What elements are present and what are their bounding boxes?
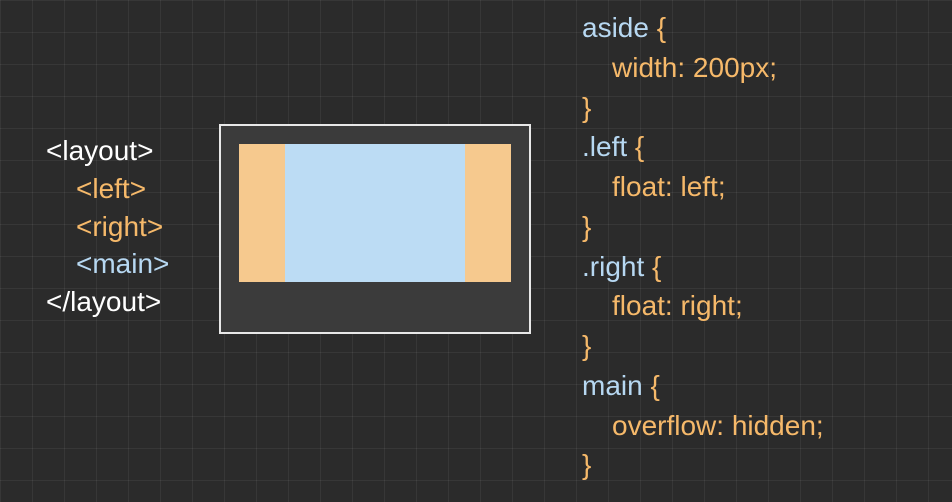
css-selector-right: .right	[582, 251, 652, 282]
css-selector-aside: aside	[582, 12, 657, 43]
layout-close-tag: </layout>	[46, 283, 169, 321]
main-tag: <main>	[46, 245, 169, 283]
layout-diagram	[219, 124, 531, 334]
html-structure-code: <layout> <left> <right> <main> </layout>	[46, 132, 169, 321]
diagram-left-column	[239, 144, 285, 282]
css-selector-left: .left	[582, 131, 635, 162]
right-tag: <right>	[46, 208, 169, 246]
css-code: aside { width: 200px; } .left { float: l…	[582, 8, 824, 485]
brace-open: {	[635, 131, 644, 162]
brace-close: }	[582, 445, 824, 485]
brace-open: {	[657, 12, 666, 43]
brace-open: {	[650, 370, 659, 401]
css-prop-float-left: float: left;	[582, 167, 824, 207]
brace-open: {	[652, 251, 661, 282]
layout-diagram-inner	[239, 144, 511, 282]
css-selector-main: main	[582, 370, 650, 401]
css-rule-aside-open: aside {	[582, 8, 824, 48]
brace-close: }	[582, 88, 824, 128]
diagram-right-column	[465, 144, 511, 282]
left-tag: <left>	[46, 170, 169, 208]
css-prop-width: width: 200px;	[582, 48, 824, 88]
brace-close: }	[582, 326, 824, 366]
layout-open-tag: <layout>	[46, 132, 169, 170]
css-prop-overflow: overflow: hidden;	[582, 406, 824, 446]
css-rule-main-open: main {	[582, 366, 824, 406]
css-rule-left-open: .left {	[582, 127, 824, 167]
css-prop-float-right: float: right;	[582, 286, 824, 326]
brace-close: }	[582, 207, 824, 247]
diagram-main-column	[285, 144, 465, 282]
css-rule-right-open: .right {	[582, 247, 824, 287]
